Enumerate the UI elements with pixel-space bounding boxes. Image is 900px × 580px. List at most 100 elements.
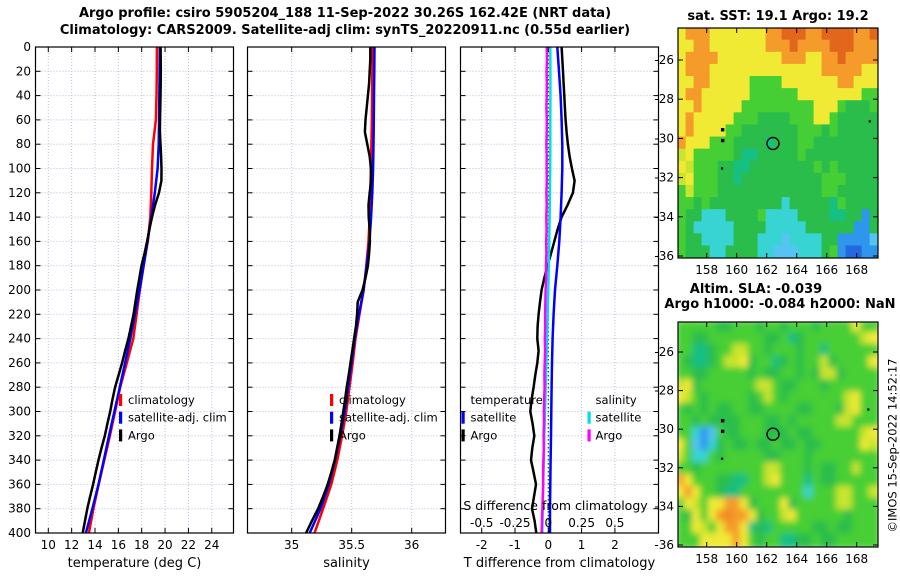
island-dot: [868, 120, 871, 123]
legend-group-title: temperature: [471, 393, 543, 407]
legend-swatch: [587, 429, 591, 442]
tick-label: 168: [845, 552, 868, 566]
tick-label: 260: [8, 356, 31, 370]
temperature-profile-panel: 10 12 14 16 18 20 22 24020406080100120140160180…: [8, 40, 235, 571]
x-axis-label: T difference from climatology: [463, 556, 656, 571]
legend-swatch: [330, 411, 334, 424]
tick-label: -36: [654, 538, 674, 552]
figure-root: Argo profile: csiro 5905204_188 11-Sep-2…: [0, 0, 900, 580]
tick-label: -26: [654, 53, 674, 67]
legend-swatch: [119, 411, 123, 424]
tick-label: 14: [87, 538, 102, 552]
tick-label: 0: [544, 538, 552, 552]
tick-label: 24: [204, 538, 219, 552]
tick-label: 40: [16, 89, 31, 103]
tick-label: 168: [845, 263, 868, 277]
difference-profile-panel: -2 -1 0 1 2 T difference from climatology S di…: [459, 46, 660, 571]
legend-label: Argo: [128, 428, 155, 442]
s-axis-tick-label: 0.25: [568, 516, 595, 530]
legend-swatch: [461, 411, 465, 424]
legend-label: satellite-adj. clim: [339, 411, 438, 425]
s-axis-tick-label: 0: [544, 516, 552, 530]
tick-label: -34: [654, 210, 674, 224]
legend-group-title: salinity: [596, 393, 637, 407]
tick-label: 220: [8, 307, 31, 321]
island-dot: [720, 138, 725, 143]
tick-label: 35: [284, 538, 299, 552]
tick-label: 100: [8, 162, 31, 176]
tick-label: 240: [8, 332, 31, 346]
tick-label: -28: [654, 92, 674, 106]
tick-label: 120: [8, 186, 31, 200]
tick-label: 166: [815, 552, 838, 566]
tick-label: 164: [785, 263, 808, 277]
s-axis-tick-label: -0.5: [470, 516, 493, 530]
s-axis-tick-label: 0.5: [605, 516, 624, 530]
sst-map-grid: [678, 28, 878, 258]
tick-label: 1: [578, 538, 586, 552]
tick-label: 12: [64, 538, 79, 552]
tick-label: 400: [8, 526, 31, 540]
tick-label: -26: [654, 345, 674, 359]
tick-label: 2: [611, 538, 619, 552]
tick-label: -2: [476, 538, 488, 552]
tick-label: -34: [654, 499, 674, 513]
tick-label: 160: [725, 552, 748, 566]
tick-label: 60: [16, 113, 31, 127]
legend: climatology satellite-adj. clim Argo: [330, 393, 438, 442]
tick-label: 18: [134, 538, 149, 552]
tick-label: 340: [8, 453, 31, 467]
tick-label: -30: [654, 131, 674, 145]
legend: climatology satellite-adj. clim Argo: [119, 393, 227, 442]
legend-label: satellite: [471, 411, 517, 425]
tick-label: 20: [16, 64, 31, 78]
tick-label: 162: [755, 552, 778, 566]
island-dot: [720, 429, 725, 434]
legend-label: climatology: [128, 393, 195, 407]
tick-label: 166: [815, 263, 838, 277]
tick-label: 22: [181, 538, 196, 552]
legend-swatch: [119, 429, 123, 442]
tick-label: 360: [8, 477, 31, 491]
tick-label: -32: [654, 461, 674, 475]
legend-swatch: [330, 429, 334, 442]
island-dot: [867, 408, 870, 411]
tick-label: -36: [654, 249, 674, 263]
legend-label: Argo: [471, 428, 498, 442]
tick-label: -32: [654, 171, 674, 185]
tick-label: 380: [8, 502, 31, 516]
legend-swatch: [119, 394, 123, 406]
tick-label: 200: [8, 283, 31, 297]
tick-label: 160: [8, 234, 31, 248]
tick-label: 0: [23, 40, 31, 54]
legend-label: satellite-adj. clim: [128, 411, 227, 425]
s-axis-tick-label: -0.25: [499, 516, 530, 530]
tick-label: 20: [157, 538, 172, 552]
tick-label: 140: [8, 210, 31, 224]
tick-label: 36: [404, 538, 419, 552]
s-axis-label: S difference from climatology: [463, 498, 648, 513]
tick-label: 35.5: [338, 538, 365, 552]
tick-label: -30: [654, 422, 674, 436]
sla-map-grid: [678, 322, 878, 547]
tick-label: 164: [785, 552, 808, 566]
tick-label: 280: [8, 380, 31, 394]
series-Argo: [304, 47, 373, 533]
tick-label: 180: [8, 259, 31, 273]
sst-map: 158 160 162 164 166 168 -26 -28 -30 -32 -34 -36: [654, 27, 879, 277]
legend-salinity: salinity satellite Argo: [587, 393, 641, 442]
tick-label: -1: [509, 538, 521, 552]
tick-label: -28: [654, 384, 674, 398]
tick-label: 16: [111, 538, 126, 552]
island-dot: [720, 167, 724, 170]
legend-swatch: [461, 429, 465, 442]
island-dot: [720, 457, 724, 460]
tick-label: 300: [8, 405, 31, 419]
tick-label: 80: [16, 137, 31, 151]
tick-label: 160: [725, 263, 748, 277]
legend-swatch: [587, 411, 591, 424]
legend-label: climatology: [339, 393, 406, 407]
x-axis-label: temperature (deg C): [68, 556, 202, 571]
tick-label: 10: [41, 538, 56, 552]
salinity-profile-panel: 35 35.5 36 salinity climatology satellite-adj…: [246, 46, 447, 571]
